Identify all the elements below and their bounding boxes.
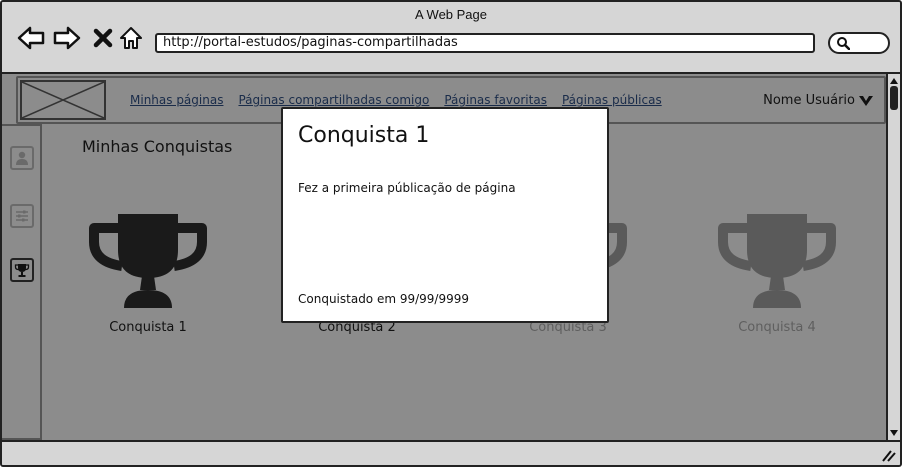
- modal-description: Fez a primeira públicação de página: [298, 181, 516, 195]
- nav-link-favoritas[interactable]: Páginas favoritas: [444, 93, 547, 107]
- vertical-scrollbar[interactable]: [886, 74, 900, 440]
- home-icon: [120, 27, 142, 49]
- scroll-up-arrow-icon[interactable]: [889, 76, 899, 86]
- search-icon: [837, 37, 850, 50]
- sidebar: [2, 124, 42, 440]
- trophy-icon: [718, 214, 836, 308]
- user-menu[interactable]: Nome Usuário: [763, 93, 874, 108]
- settings-sliders-icon: [16, 210, 28, 222]
- image-placeholder-icon: [21, 81, 105, 119]
- stop-button[interactable]: [88, 24, 118, 52]
- trophy-icon: [14, 264, 30, 277]
- home-button[interactable]: [116, 24, 146, 52]
- scroll-thumb[interactable]: [890, 86, 898, 110]
- trophy-icon: [89, 214, 207, 308]
- back-arrow-icon: [17, 26, 45, 50]
- nav-link-publicas[interactable]: Páginas públicas: [562, 93, 662, 107]
- nav-links: Minhas páginas Páginas compartilhadas co…: [130, 93, 662, 107]
- user-icon: [16, 151, 28, 165]
- window-title: A Web Page: [414, 7, 488, 22]
- sidebar-item-profile[interactable]: [10, 146, 34, 170]
- scroll-down-arrow-icon[interactable]: [889, 428, 899, 438]
- achievement-card[interactable]: Conquista 1: [73, 210, 223, 335]
- browser-chrome: A Web Page http://portal-estudos/paginas…: [2, 2, 900, 74]
- sidebar-item-achievements[interactable]: [10, 258, 34, 282]
- user-name: Nome Usuário: [763, 93, 855, 108]
- resize-grip-icon[interactable]: [880, 448, 896, 462]
- achievement-label: Conquista 4: [738, 320, 816, 335]
- back-button[interactable]: [16, 24, 46, 52]
- forward-button[interactable]: [52, 24, 82, 52]
- achievement-modal: Conquista 1 Fez a primeira públicação de…: [281, 107, 609, 323]
- nav-link-compartilhadas[interactable]: Páginas compartilhadas comigo: [238, 93, 429, 107]
- modal-title: Conquista 1: [298, 123, 430, 148]
- achievement-card[interactable]: Conquista 4: [702, 210, 852, 335]
- chevron-down-icon: [859, 95, 873, 106]
- status-bar: [2, 440, 900, 465]
- nav-link-minhas-paginas[interactable]: Minhas páginas: [130, 93, 223, 107]
- address-bar[interactable]: http://portal-estudos/paginas-compartilh…: [155, 33, 815, 53]
- close-x-icon: [93, 28, 113, 48]
- achievement-label: Conquista 1: [109, 320, 187, 335]
- forward-arrow-icon: [53, 26, 81, 50]
- browser-window: A Web Page http://portal-estudos/paginas…: [0, 0, 902, 467]
- modal-date: Conquistado em 99/99/9999: [298, 292, 470, 306]
- logo-placeholder: [20, 80, 106, 120]
- sidebar-item-settings[interactable]: [10, 204, 34, 228]
- browser-search-field[interactable]: [828, 32, 890, 54]
- page-title: Minhas Conquistas: [82, 137, 233, 156]
